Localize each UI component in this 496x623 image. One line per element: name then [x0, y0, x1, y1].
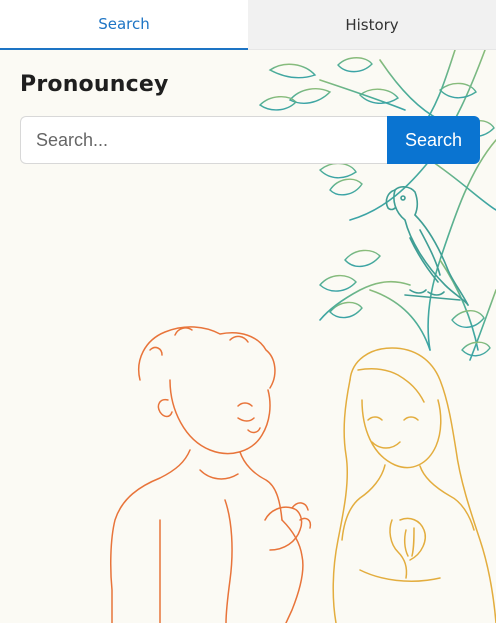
- search-input[interactable]: [20, 116, 387, 164]
- search-bar: Search: [20, 116, 480, 164]
- tab-search[interactable]: Search: [0, 0, 248, 50]
- girl-illustration: [332, 347, 496, 623]
- tab-history-label: History: [345, 15, 399, 34]
- tree-branches: [319, 50, 496, 361]
- search-button[interactable]: Search: [387, 116, 480, 164]
- tab-history[interactable]: History: [248, 0, 496, 50]
- tab-bar: Search History: [0, 0, 496, 50]
- app-title: Pronouncey: [20, 72, 169, 97]
- boy-illustration: [110, 326, 312, 623]
- tab-search-label: Search: [98, 15, 150, 33]
- main-content: Pronouncey Search: [20, 72, 480, 164]
